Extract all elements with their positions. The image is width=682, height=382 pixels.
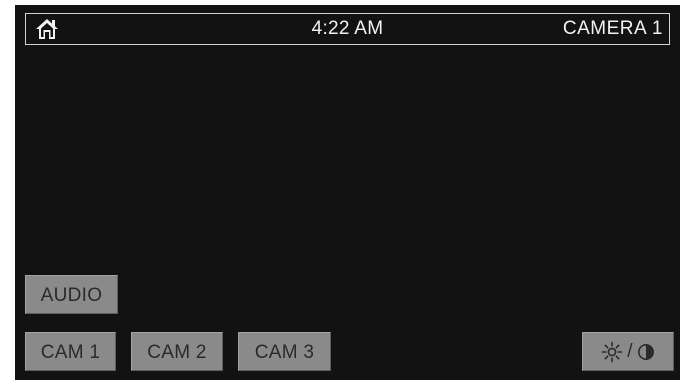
camera-display-screen: 4:22 AM CAMERA 1 AUDIO CAM 1 CAM 2 CAM 3	[15, 5, 680, 380]
cam-1-button[interactable]: CAM 1	[25, 332, 116, 371]
status-bar: 4:22 AM CAMERA 1	[25, 13, 670, 45]
camera-video-feed	[25, 49, 670, 271]
active-camera-title: CAMERA 1	[562, 18, 663, 39]
cam-3-button[interactable]: CAM 3	[238, 332, 331, 371]
cam-2-button[interactable]: CAM 2	[131, 332, 223, 371]
brightness-contrast-button[interactable]: /	[582, 332, 674, 371]
audio-button[interactable]: AUDIO	[25, 275, 118, 314]
sun-icon	[601, 341, 623, 363]
brightness-contrast-separator: /	[627, 341, 633, 362]
contrast-icon	[637, 343, 655, 361]
